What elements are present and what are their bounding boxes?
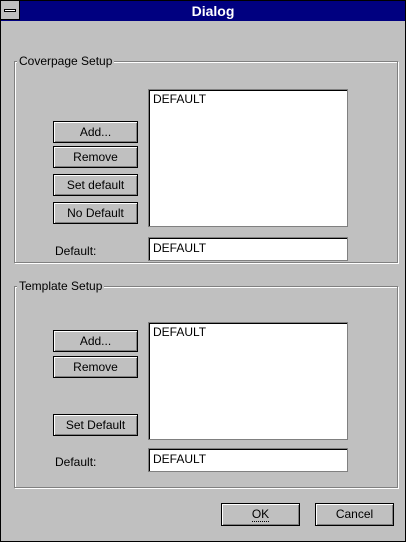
ok-button-label: OK bbox=[251, 507, 270, 522]
ok-button[interactable]: OK bbox=[221, 503, 300, 526]
coverpage-default-label: Default: bbox=[55, 244, 97, 258]
template-add-button[interactable]: Add... bbox=[53, 330, 138, 352]
template-set-default-button[interactable]: Set Default bbox=[53, 414, 138, 436]
template-setup-group: Template Setup Add... Remove Set Default… bbox=[14, 279, 398, 488]
dialog-window: Dialog Coverpage Setup Add... Remove Set… bbox=[0, 0, 406, 542]
coverpage-add-button[interactable]: Add... bbox=[53, 121, 138, 143]
list-item[interactable]: DEFAULT bbox=[149, 90, 347, 106]
system-menu-icon[interactable] bbox=[1, 1, 20, 20]
coverpage-default-value: DEFAULT bbox=[153, 241, 207, 255]
coverpage-default-field[interactable]: DEFAULT bbox=[148, 237, 348, 261]
coverpage-no-default-button[interactable]: No Default bbox=[53, 202, 138, 224]
template-default-field[interactable]: DEFAULT bbox=[148, 448, 348, 472]
template-setup-label: Template Setup bbox=[17, 279, 105, 293]
coverpage-listbox[interactable]: DEFAULT bbox=[148, 89, 348, 227]
template-listbox[interactable]: DEFAULT bbox=[148, 322, 348, 440]
coverpage-setup-label: Coverpage Setup bbox=[17, 54, 115, 68]
coverpage-setup-group: Coverpage Setup Add... Remove Set defaul… bbox=[14, 54, 398, 263]
template-remove-button[interactable]: Remove bbox=[53, 356, 138, 378]
cancel-button[interactable]: Cancel bbox=[315, 503, 394, 526]
coverpage-set-default-button[interactable]: Set default bbox=[53, 174, 138, 196]
coverpage-remove-button[interactable]: Remove bbox=[53, 146, 138, 168]
template-default-value: DEFAULT bbox=[153, 452, 207, 466]
title-bar: Dialog bbox=[1, 1, 405, 21]
window-title: Dialog bbox=[191, 3, 235, 19]
template-default-label: Default: bbox=[55, 455, 97, 469]
list-item[interactable]: DEFAULT bbox=[149, 323, 347, 339]
